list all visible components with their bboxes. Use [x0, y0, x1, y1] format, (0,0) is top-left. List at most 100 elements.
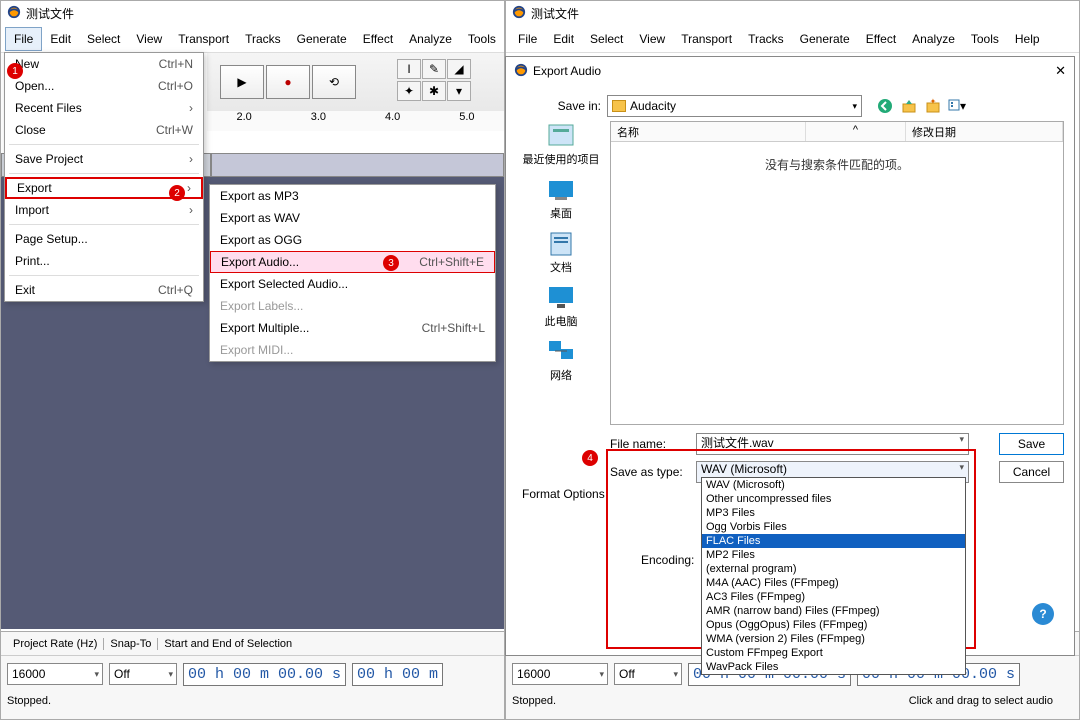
export-multiple[interactable]: Export Multiple...Ctrl+Shift+L [210, 317, 495, 339]
savein-label: Save in: [516, 99, 601, 113]
place-recent[interactable]: 最近使用的项目 [523, 121, 600, 167]
export-audio-dialog: Export Audio ✕ Save in: Audacity ▾ ✦ ▾ 最… [505, 56, 1075, 656]
snapto-combo[interactable]: Off [109, 663, 177, 685]
type-mp2[interactable]: MP2 Files [702, 548, 965, 562]
type-wma[interactable]: WMA (version 2) Files (FFmpeg) [702, 632, 965, 646]
selection-label: Start and End of Selection [158, 638, 292, 650]
close-icon[interactable]: ✕ [1055, 63, 1066, 79]
loop-button[interactable]: ⟲ [312, 65, 356, 99]
project-rate-combo[interactable]: 16000 [7, 663, 103, 685]
type-m4a[interactable]: M4A (AAC) Files (FFmpeg) [702, 576, 965, 590]
place-documents[interactable]: 文档 [545, 229, 577, 275]
export-submenu: Export as MP3 Export as WAV Export as OG… [209, 184, 496, 362]
window-title: 测试文件 [26, 5, 74, 22]
file-import[interactable]: Import› [5, 199, 203, 221]
menu-view[interactable]: View [631, 28, 673, 50]
menu-analyze[interactable]: Analyze [904, 28, 963, 50]
menu-tools[interactable]: Tools [963, 28, 1007, 50]
col-name[interactable]: 名称 [611, 122, 806, 141]
help-icon[interactable]: ? [1032, 603, 1054, 625]
export-selected[interactable]: Export Selected Audio... [210, 273, 495, 295]
type-wavpack[interactable]: WavPack Files [702, 660, 965, 674]
track-waveform[interactable] [211, 153, 504, 177]
type-flac[interactable]: FLAC Files [702, 534, 965, 548]
selection-end-time[interactable]: 00 h 00 m [352, 663, 443, 686]
menu-tracks[interactable]: Tracks [740, 28, 792, 50]
window-title: 测试文件 [531, 5, 579, 22]
menu-generate[interactable]: Generate [289, 28, 355, 50]
new-folder-icon[interactable]: ✦ [924, 97, 942, 115]
file-close[interactable]: CloseCtrl+W [5, 119, 203, 141]
play-button[interactable]: ▶ [220, 65, 264, 99]
menu-edit[interactable]: Edit [545, 28, 582, 50]
back-icon[interactable] [876, 97, 894, 115]
menu-generate[interactable]: Generate [792, 28, 858, 50]
menu-transport[interactable]: Transport [673, 28, 740, 50]
menu-select[interactable]: Select [79, 28, 128, 50]
dialog-title: Export Audio [533, 64, 601, 78]
col-sort[interactable]: ^ [806, 122, 906, 141]
file-pagesetup[interactable]: Page Setup... [5, 228, 203, 250]
app-icon [7, 5, 21, 22]
menu-edit[interactable]: Edit [42, 28, 79, 50]
timeline-ruler[interactable]: 2.0 3.0 4.0 5.0 [207, 111, 504, 131]
menu-analyze[interactable]: Analyze [401, 28, 460, 50]
save-button[interactable]: Save [999, 433, 1064, 455]
type-external[interactable]: (external program) [702, 562, 965, 576]
selection-start-time[interactable]: 00 h 00 m 00.00 s [183, 663, 346, 686]
type-opus[interactable]: Opus (OggOpus) Files (FFmpeg) [702, 618, 965, 632]
selection-tool-icon[interactable]: I [397, 59, 421, 79]
zoom-tool-icon[interactable]: ✦ [397, 81, 421, 101]
svg-text:✦: ✦ [930, 98, 937, 106]
menu-effect[interactable]: Effect [858, 28, 904, 50]
type-ac3[interactable]: AC3 Files (FFmpeg) [702, 590, 965, 604]
place-network[interactable]: 网络 [545, 337, 577, 383]
file-open[interactable]: Open...Ctrl+O [5, 75, 203, 97]
menu-tools[interactable]: Tools [460, 28, 504, 50]
export-mp3[interactable]: Export as MP3 [210, 185, 495, 207]
type-amr[interactable]: AMR (narrow band) Files (FFmpeg) [702, 604, 965, 618]
menu-view[interactable]: View [128, 28, 170, 50]
type-mp3[interactable]: MP3 Files [702, 506, 965, 520]
menu-select[interactable]: Select [582, 28, 631, 50]
draw-tool-icon[interactable]: ◢ [447, 59, 471, 79]
type-wav[interactable]: WAV (Microsoft) [702, 478, 965, 492]
timeshift-tool-icon[interactable]: ✱ [422, 81, 446, 101]
export-audio[interactable]: Export Audio...Ctrl+Shift+E [210, 251, 495, 273]
export-labels: Export Labels... [210, 295, 495, 317]
menu-effect[interactable]: Effect [355, 28, 401, 50]
view-menu-icon[interactable]: ▾ [948, 97, 966, 115]
file-print[interactable]: Print... [5, 250, 203, 272]
snapto-combo[interactable]: Off [614, 663, 682, 685]
file-list[interactable]: 名称 ^ 修改日期 没有与搜索条件匹配的项。 [610, 121, 1064, 425]
envelope-tool-icon[interactable]: ✎ [422, 59, 446, 79]
type-other[interactable]: Other uncompressed files [702, 492, 965, 506]
menu-tracks[interactable]: Tracks [237, 28, 289, 50]
menu-file[interactable]: File [5, 27, 42, 51]
export-wav[interactable]: Export as WAV [210, 207, 495, 229]
callout-3: 3 [383, 255, 399, 271]
cancel-button[interactable]: Cancel [999, 461, 1064, 483]
record-button[interactable]: ● [266, 65, 310, 99]
type-custom[interactable]: Custom FFmpeg Export [702, 646, 965, 660]
savein-combo[interactable]: Audacity ▾ [607, 95, 862, 117]
file-new[interactable]: NewCtrl+N [5, 53, 203, 75]
menu-file[interactable]: File [510, 28, 545, 50]
place-thispc[interactable]: 此电脑 [545, 283, 578, 329]
project-rate-combo[interactable]: 16000 [512, 663, 608, 685]
status-panel: Project Rate (Hz) Snap-To Start and End … [1, 631, 504, 719]
file-recent[interactable]: Recent Files› [5, 97, 203, 119]
export-midi: Export MIDI... [210, 339, 495, 361]
empty-message: 没有与搜索条件匹配的项。 [611, 142, 1063, 187]
type-ogg[interactable]: Ogg Vorbis Files [702, 520, 965, 534]
file-exit[interactable]: ExitCtrl+Q [5, 279, 203, 301]
up-icon[interactable] [900, 97, 918, 115]
menu-help[interactable]: Help [1007, 28, 1048, 50]
export-ogg[interactable]: Export as OGG [210, 229, 495, 251]
file-save-project[interactable]: Save Project› [5, 148, 203, 170]
place-desktop[interactable]: 桌面 [545, 175, 577, 221]
menu-transport[interactable]: Transport [170, 28, 237, 50]
app-icon [512, 5, 526, 22]
multi-tool-icon[interactable]: ▾ [447, 81, 471, 101]
col-date[interactable]: 修改日期 [906, 122, 1063, 141]
